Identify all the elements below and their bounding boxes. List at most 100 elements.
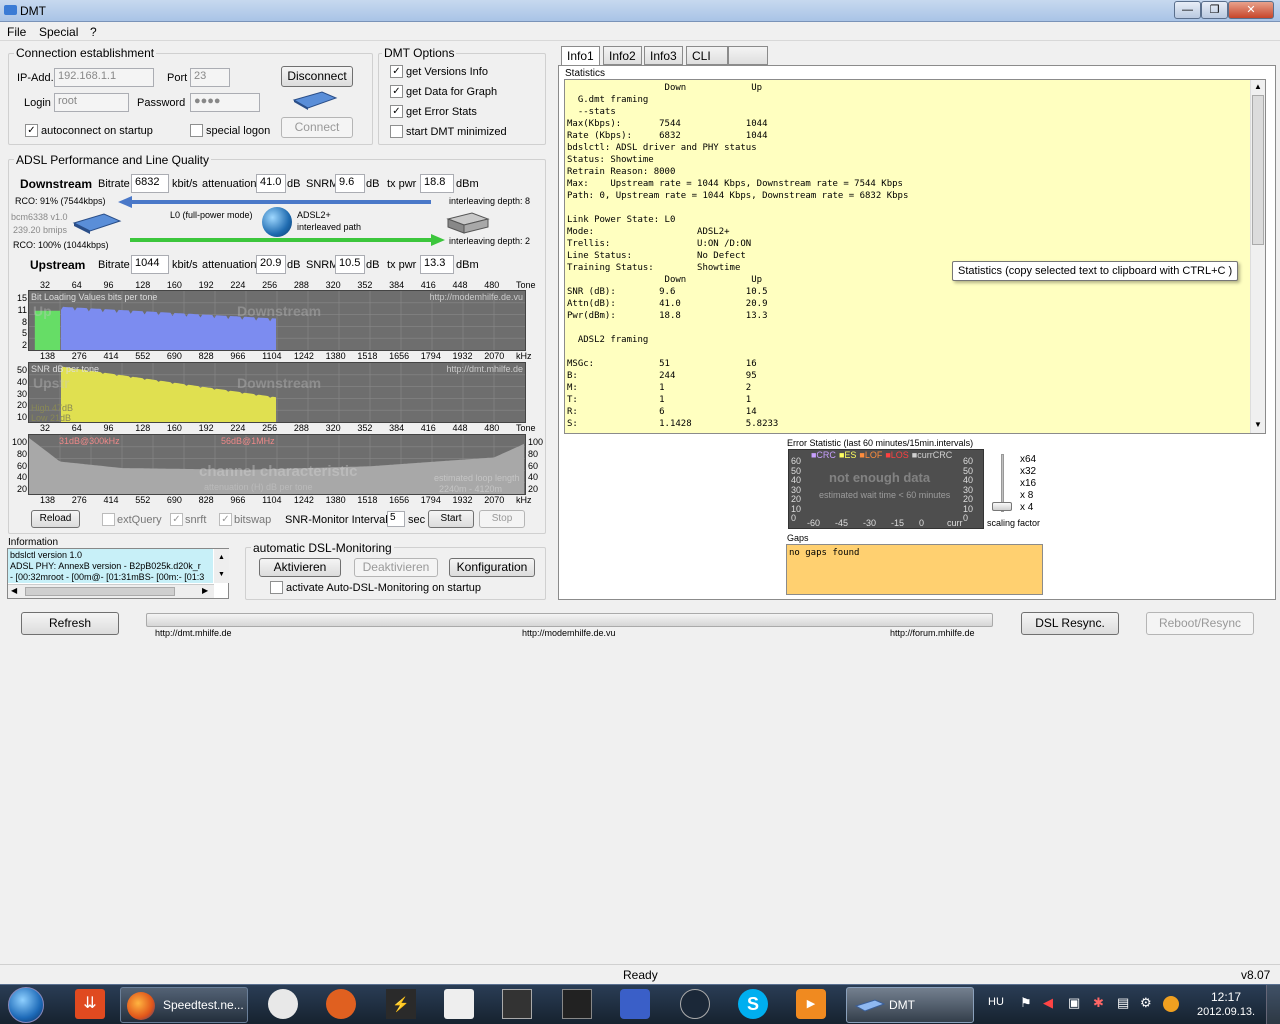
tone-tick: 224	[230, 280, 246, 290]
scaling-option[interactable]: x 4	[1020, 502, 1033, 513]
scaling-slider[interactable]	[990, 452, 1018, 514]
khz-tick: 1380	[325, 351, 346, 361]
dmt-task[interactable]: DMT	[846, 987, 974, 1023]
tone-tick: 384	[389, 280, 405, 290]
extquery-checkbox[interactable]	[102, 513, 115, 526]
scroll-left-icon[interactable]: ◀	[11, 586, 17, 595]
reboot-resync-button[interactable]: Reboot/Resync	[1146, 612, 1254, 635]
deactivate-button[interactable]: Deaktivieren	[354, 558, 438, 577]
console-app-icon[interactable]	[502, 989, 532, 1019]
port-field[interactable]: 23	[190, 68, 230, 87]
menu-special[interactable]: Special	[39, 25, 78, 39]
up-snrm-unit: dB	[366, 259, 380, 271]
statistics-box: Down Up G.dmt framing --stats Max(Kbps): …	[564, 79, 1266, 434]
ip-field[interactable]: 192.168.1.1	[54, 68, 154, 87]
scroll-thumb[interactable]	[1252, 95, 1264, 245]
mail-app-icon[interactable]	[268, 989, 298, 1019]
auto-monitor-startup-checkbox[interactable]	[270, 581, 283, 594]
start-minimized-checkbox[interactable]	[390, 125, 403, 138]
hscroll-thumb[interactable]	[25, 587, 175, 596]
tray-network-icon[interactable]: ▣	[1068, 995, 1080, 1011]
dsl-resync-button[interactable]: DSL Resync.	[1021, 612, 1119, 635]
start-button[interactable]: Start	[428, 510, 474, 528]
scroll-right-icon[interactable]: ▶	[202, 586, 208, 595]
information-vscroll[interactable]: ▲ ▼	[214, 549, 229, 583]
player-app-icon[interactable]: ▶	[796, 989, 826, 1019]
disconnect-button[interactable]: Disconnect	[281, 66, 353, 87]
special-logon-checkbox[interactable]	[190, 124, 203, 137]
login-field[interactable]: root	[54, 93, 129, 112]
tone-tick: Tone	[516, 423, 536, 433]
snrft-checkbox[interactable]: ✓	[170, 513, 183, 526]
menu-file[interactable]: File	[7, 25, 26, 39]
autoconnect-checkbox[interactable]: ✓	[25, 124, 38, 137]
maximize-button[interactable]: ❐	[1201, 1, 1228, 19]
bits-y-tick: 2	[21, 340, 27, 350]
close-button[interactable]: ✕	[1228, 1, 1274, 19]
download-app-icon[interactable]: ⇊	[75, 989, 105, 1019]
scaling-option[interactable]: x16	[1020, 478, 1036, 489]
bitswap-checkbox[interactable]: ✓	[219, 513, 232, 526]
cpu-app-icon[interactable]	[562, 989, 592, 1019]
snr-y-tick: 40	[16, 376, 27, 387]
window-titlebar[interactable]: DMT — ❐ ✕	[0, 0, 1280, 22]
khz-tick: kHz	[516, 495, 532, 505]
network-app-icon[interactable]	[444, 989, 474, 1019]
menu-help[interactable]: ?	[90, 25, 97, 39]
information-hscroll[interactable]: ◀ ▶	[8, 584, 214, 598]
flag-icon[interactable]: ⚑	[1020, 995, 1032, 1011]
connect-button[interactable]: Connect	[281, 117, 353, 138]
scroll-up-icon[interactable]: ▲	[1254, 82, 1262, 91]
error-stats-checkbox[interactable]: ✓	[390, 105, 403, 118]
statistics-tooltip: Statistics (copy selected text to clipbo…	[952, 261, 1239, 281]
statistics-line: Max: Upstream rate = 1044 Kbps, Downstre…	[567, 179, 903, 189]
tab-blank[interactable]	[728, 46, 768, 65]
snr-interval-field[interactable]: 5	[387, 511, 405, 527]
gaps-box[interactable]: no gaps found	[786, 544, 1043, 595]
scaling-option[interactable]: x64	[1020, 454, 1036, 465]
slider-thumb[interactable]	[992, 502, 1012, 511]
link-modemhilfe[interactable]: http://modemhilfe.de.vu	[522, 628, 616, 638]
statistics-text[interactable]: Down Up G.dmt framing --stats Max(Kbps): …	[567, 82, 1249, 431]
media-app-icon[interactable]	[620, 989, 650, 1019]
language-indicator[interactable]: HU	[988, 996, 1004, 1008]
reload-button[interactable]: Reload	[31, 510, 80, 528]
link-dmt[interactable]: http://dmt.mhilfe.de	[155, 628, 232, 638]
adsl-group-label: ADSL Performance and Line Quality	[14, 153, 211, 167]
upstream-label: Upstream	[30, 258, 86, 272]
tray-display-icon[interactable]: ▤	[1117, 995, 1129, 1011]
statistics-scrollbar[interactable]: ▲ ▼	[1250, 80, 1265, 433]
password-field[interactable]: ●●●●	[190, 93, 260, 112]
scroll-down-icon[interactable]: ▼	[1254, 420, 1262, 429]
activate-button[interactable]: Aktivieren	[259, 558, 341, 577]
clock-time[interactable]: 12:17	[1211, 990, 1241, 1004]
firefox-task[interactable]: Speedtest.ne...	[120, 987, 248, 1023]
show-desktop-button[interactable]	[1266, 985, 1280, 1024]
config-button[interactable]: Konfiguration	[449, 558, 535, 577]
scaling-option[interactable]: x 8	[1020, 490, 1033, 501]
tray-settings-icon[interactable]: ⚙	[1140, 995, 1152, 1011]
graph-data-checkbox[interactable]: ✓	[390, 85, 403, 98]
steam-icon[interactable]	[680, 989, 710, 1019]
link-forum[interactable]: http://forum.mhilfe.de	[890, 628, 975, 638]
tab-info1[interactable]: Info1	[561, 46, 600, 67]
tray-update-icon[interactable]	[1163, 996, 1179, 1012]
tab-info3[interactable]: Info3	[644, 46, 683, 65]
clock-date[interactable]: 2012.09.13.	[1197, 1006, 1255, 1018]
skype-icon[interactable]: S	[738, 989, 768, 1019]
khz-tick: 414	[103, 495, 119, 505]
bits-y-axis: 15 11 8 5 2	[12, 290, 28, 351]
refresh-button[interactable]: Refresh	[21, 612, 119, 635]
versions-info-checkbox[interactable]: ✓	[390, 65, 403, 78]
speaker-icon[interactable]: ◀	[1043, 995, 1053, 1011]
start-orb-icon[interactable]	[8, 987, 44, 1023]
minimize-button[interactable]: —	[1174, 1, 1201, 19]
stats-app-icon[interactable]: ⚡	[386, 989, 416, 1019]
information-text[interactable]: bdslctl version 1.0 ADSL PHY: AnnexB ver…	[8, 549, 213, 583]
stop-button[interactable]: Stop	[479, 510, 525, 528]
tray-tool-icon[interactable]: ✱	[1093, 995, 1104, 1011]
tab-cli[interactable]: CLI	[686, 46, 728, 65]
tab-info2[interactable]: Info2	[603, 46, 642, 65]
flame-app-icon[interactable]	[326, 989, 356, 1019]
scaling-option[interactable]: x32	[1020, 466, 1036, 477]
